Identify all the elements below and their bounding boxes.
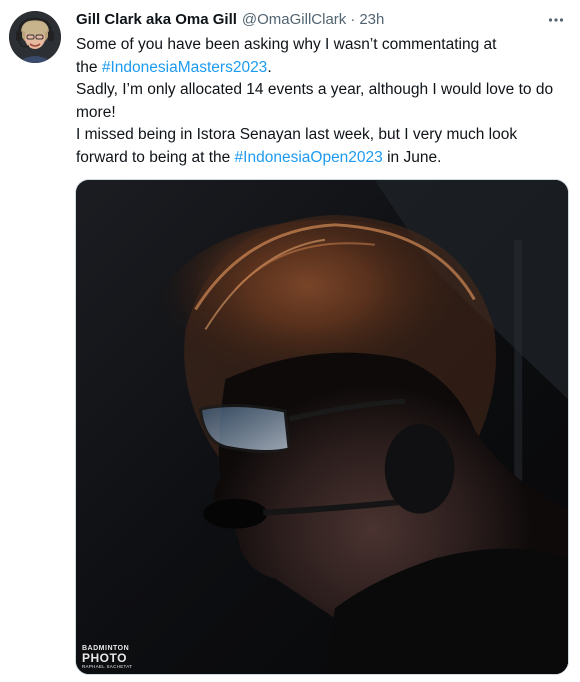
commentator-photo [76,180,568,674]
watermark-line: RAPHAEL SACHETAT [82,663,133,669]
tweet-line: I missed being in Istora Senayan last we… [76,124,572,169]
tweet-text: Some of you have been asking why I wasn’… [76,34,572,169]
tweet-text-segment: the [76,58,102,76]
tweet-text-segment: in June. [382,148,442,166]
hashtag-link-indonesia-masters[interactable]: #IndonesiaMasters2023 [102,59,267,76]
tweet-header: Gill Clark aka Oma Gill @OmaGillClark · … [76,9,384,31]
tweet-text-segment: Some of you have been asking why I wasn’… [76,36,497,53]
tweet[interactable]: Gill Clark aka Oma Gill @OmaGillClark · … [0,0,580,682]
timestamp[interactable]: 23h [359,9,384,31]
more-options-button[interactable] [546,10,566,30]
avatar[interactable] [9,11,61,63]
tweet-photo[interactable]: BADMINTON PHOTO RAPHAEL SACHETAT [75,179,569,675]
photo-watermark: BADMINTON PHOTO RAPHAEL SACHETAT [82,645,132,670]
tweet-line: Some of you have been asking why I wasn’… [76,34,572,79]
hashtag-link-indonesia-open[interactable]: #IndonesiaOpen2023 [235,149,383,166]
display-name[interactable]: Gill Clark aka Oma Gill [76,9,237,31]
separator-dot: · [350,11,356,28]
user-handle[interactable]: @OmaGillClark [242,9,346,31]
watermark-line: PHOTO [82,650,127,665]
tweet-text-segment: . [267,58,272,76]
tweet-line: Sadly, I’m only allocated 14 events a ye… [76,81,554,121]
more-horizontal-icon [548,18,564,22]
